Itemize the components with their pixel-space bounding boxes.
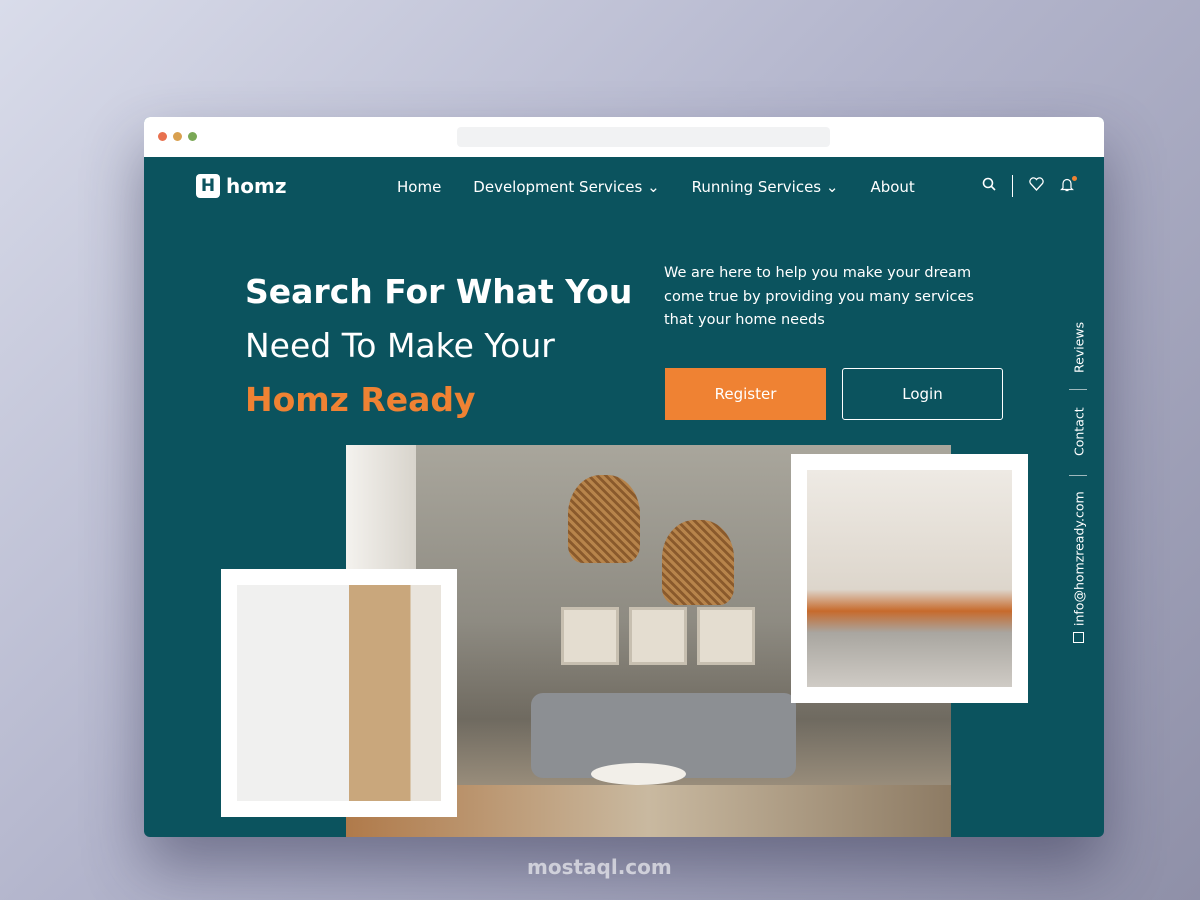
mail-icon	[1073, 631, 1085, 643]
address-bar[interactable]	[457, 127, 830, 147]
nav-development-services[interactable]: Development Services ⌄	[473, 178, 659, 196]
heart-icon[interactable]	[1029, 177, 1044, 195]
close-dot[interactable]	[158, 132, 167, 141]
hero-line-2: Need To Make Your	[245, 326, 555, 365]
hero-description: We are here to help you make your dream …	[664, 265, 974, 328]
register-button[interactable]: Register	[665, 368, 826, 420]
email-link[interactable]: info@homzready.com	[1065, 487, 1093, 647]
nav-about[interactable]: About	[870, 178, 914, 196]
email-text: info@homzready.com	[1071, 491, 1087, 626]
watermark: mostaql.com	[527, 855, 672, 879]
hero-line-3: Homz Ready	[245, 380, 476, 419]
hero-line-1: Search For What You	[245, 272, 633, 311]
plant-photo-card	[221, 569, 457, 817]
logo-mark: H	[196, 174, 220, 198]
logo[interactable]: Hhomz	[196, 174, 286, 198]
nav-home[interactable]: Home	[397, 178, 441, 196]
bell-icon[interactable]	[1060, 175, 1077, 196]
browser-window: Hhomz Home Development Services ⌄ Runnin…	[144, 117, 1104, 837]
browser-bar	[144, 117, 1104, 157]
nav-running-services[interactable]: Running Services ⌄	[692, 178, 839, 196]
room-photo-card	[791, 454, 1028, 703]
contact-link[interactable]: Contact	[1065, 402, 1093, 462]
reviews-link[interactable]: Reviews	[1065, 317, 1093, 377]
minimize-dot[interactable]	[173, 132, 182, 141]
divider	[1012, 175, 1013, 197]
hero-title: Search For What You Need To Make Your Ho…	[245, 265, 632, 427]
maximize-dot[interactable]	[188, 132, 197, 141]
navbar: Hhomz Home Development Services ⌄ Runnin…	[144, 157, 1104, 217]
search-icon[interactable]	[982, 177, 996, 195]
side-links: Reviews Contact info@homzready.com	[1065, 317, 1093, 647]
login-button[interactable]: Login	[842, 368, 1003, 420]
logo-text: homz	[226, 174, 287, 198]
